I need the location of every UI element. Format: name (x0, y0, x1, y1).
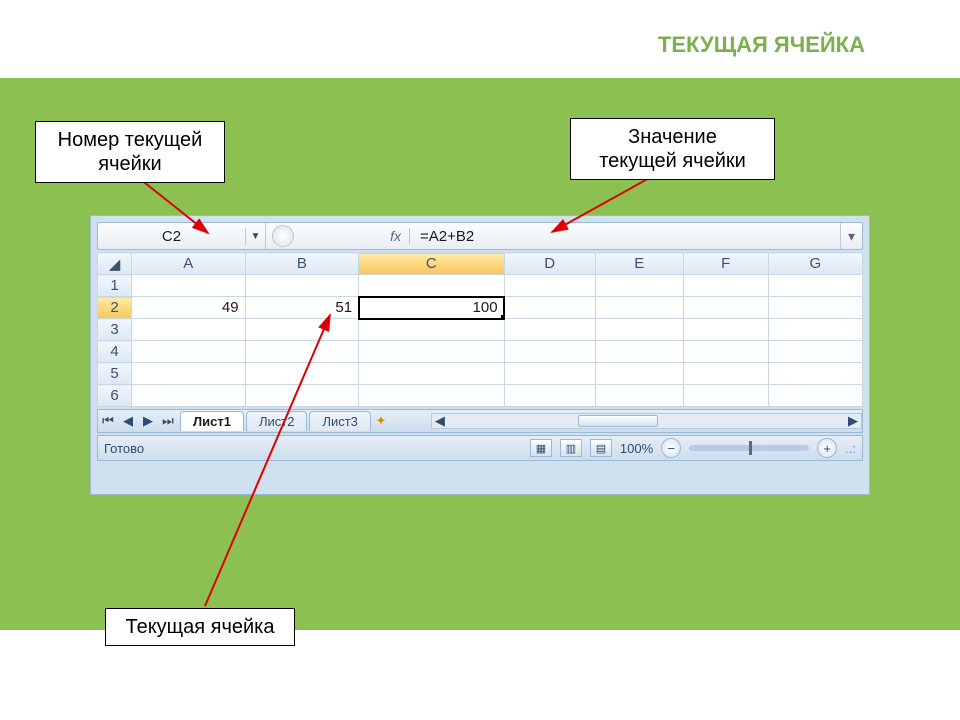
scroll-thumb[interactable] (578, 415, 658, 427)
row-header-3[interactable]: 3 (98, 319, 132, 341)
formula-bar: C2 ▼ fx =A2+B2 ▾ (97, 222, 863, 250)
sheet-tabs-row: ⏮ ◀ ▶ ⏭ Лист1 Лист2 Лист3 ✦ ◀ ▶ (97, 409, 863, 433)
cell-F2[interactable] (683, 297, 768, 319)
sheet-tab-1[interactable]: Лист1 (180, 411, 244, 431)
cell-C5[interactable] (359, 363, 504, 385)
col-header-D[interactable]: D (504, 253, 595, 275)
cell-A3[interactable] (132, 319, 246, 341)
fx-icon[interactable]: fx (300, 228, 410, 244)
sheet-tab-3[interactable]: Лист3 (309, 411, 370, 431)
cell-D1[interactable] (504, 275, 595, 297)
cell-E6[interactable] (595, 385, 683, 407)
page-title: ТЕКУЩАЯ ЯЧЕЙКА (658, 32, 865, 58)
cell-F1[interactable] (683, 275, 768, 297)
cell-G4[interactable] (768, 341, 862, 363)
expand-formula-bar-icon[interactable]: ▾ (840, 223, 862, 249)
cell-D2[interactable] (504, 297, 595, 319)
cell-C2[interactable]: 100 (359, 297, 504, 319)
name-box-dropdown-icon[interactable]: ▼ (246, 223, 266, 249)
row-header-6[interactable]: 6 (98, 385, 132, 407)
sheet-tab-2[interactable]: Лист2 (246, 411, 307, 431)
cell-G1[interactable] (768, 275, 862, 297)
cell-A4[interactable] (132, 341, 246, 363)
cell-B1[interactable] (245, 275, 359, 297)
callout-formula-value: Значениетекущей ячейки (570, 118, 775, 180)
callout-name-box: Номер текущейячейки (35, 121, 225, 183)
scroll-left-icon[interactable]: ◀ (432, 413, 448, 429)
first-sheet-icon[interactable]: ⏮ (98, 413, 118, 429)
formula-input[interactable]: =A2+B2 (410, 228, 840, 245)
zoom-slider[interactable] (689, 445, 809, 451)
cell-F3[interactable] (683, 319, 768, 341)
scroll-right-icon[interactable]: ▶ (845, 413, 861, 429)
zoom-in-icon[interactable]: + (817, 438, 837, 458)
page-layout-view-icon[interactable]: ▥ (560, 439, 582, 457)
status-bar: Готово ▦ ▥ ▤ 100% − + ..: (97, 435, 863, 461)
cell-F5[interactable] (683, 363, 768, 385)
cell-G6[interactable] (768, 385, 862, 407)
row-header-4[interactable]: 4 (98, 341, 132, 363)
col-header-A[interactable]: A (132, 253, 246, 275)
cell-E2[interactable] (595, 297, 683, 319)
col-header-G[interactable]: G (768, 253, 862, 275)
zoom-out-icon[interactable]: − (661, 438, 681, 458)
cell-E5[interactable] (595, 363, 683, 385)
cell-D4[interactable] (504, 341, 595, 363)
zoom-level[interactable]: 100% (620, 441, 653, 456)
cell-E4[interactable] (595, 341, 683, 363)
cell-G3[interactable] (768, 319, 862, 341)
cell-B2[interactable]: 51 (245, 297, 359, 319)
last-sheet-icon[interactable]: ⏭ (158, 413, 178, 429)
cell-C4[interactable] (359, 341, 504, 363)
cell-G5[interactable] (768, 363, 862, 385)
cell-A2[interactable]: 49 (132, 297, 246, 319)
cell-A6[interactable] (132, 385, 246, 407)
cell-E1[interactable] (595, 275, 683, 297)
status-ready: Готово (104, 441, 144, 456)
col-header-E[interactable]: E (595, 253, 683, 275)
resize-grip-icon[interactable]: ..: (845, 441, 856, 456)
excel-window: C2 ▼ fx =A2+B2 ▾ ◢ A B C D E F G 1 (90, 215, 870, 495)
row-header-1[interactable]: 1 (98, 275, 132, 297)
cell-B5[interactable] (245, 363, 359, 385)
worksheet-grid[interactable]: ◢ A B C D E F G 1 2 49 (97, 252, 863, 407)
cell-D6[interactable] (504, 385, 595, 407)
col-header-B[interactable]: B (245, 253, 359, 275)
next-sheet-icon[interactable]: ▶ (138, 413, 158, 429)
normal-view-icon[interactable]: ▦ (530, 439, 552, 457)
cell-B6[interactable] (245, 385, 359, 407)
cell-C1[interactable] (359, 275, 504, 297)
cancel-formula-icon[interactable] (272, 225, 294, 247)
cell-B3[interactable] (245, 319, 359, 341)
callout-active-cell: Текущая ячейка (105, 608, 295, 646)
col-header-C[interactable]: C (359, 253, 504, 275)
cell-A5[interactable] (132, 363, 246, 385)
page-break-view-icon[interactable]: ▤ (590, 439, 612, 457)
cell-C6[interactable] (359, 385, 504, 407)
name-box[interactable]: C2 (98, 228, 246, 245)
select-all-corner[interactable]: ◢ (98, 253, 132, 275)
cell-D5[interactable] (504, 363, 595, 385)
cell-B4[interactable] (245, 341, 359, 363)
cell-C3[interactable] (359, 319, 504, 341)
prev-sheet-icon[interactable]: ◀ (118, 413, 138, 429)
cell-F4[interactable] (683, 341, 768, 363)
row-header-2[interactable]: 2 (98, 297, 132, 319)
cell-A1[interactable] (132, 275, 246, 297)
cell-E3[interactable] (595, 319, 683, 341)
row-header-5[interactable]: 5 (98, 363, 132, 385)
cell-F6[interactable] (683, 385, 768, 407)
cell-D3[interactable] (504, 319, 595, 341)
col-header-F[interactable]: F (683, 253, 768, 275)
horizontal-scrollbar[interactable]: ◀ ▶ (431, 413, 862, 429)
cell-G2[interactable] (768, 297, 862, 319)
new-sheet-icon[interactable]: ✦ (371, 413, 391, 429)
